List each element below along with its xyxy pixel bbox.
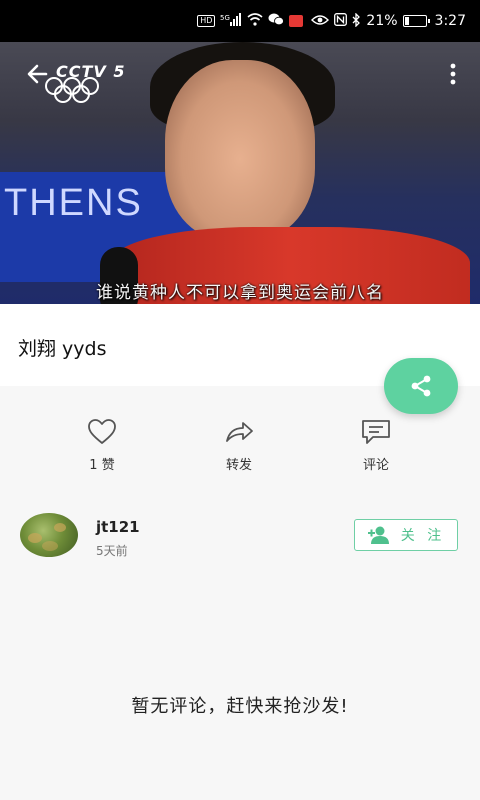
heart-icon — [88, 419, 116, 444]
eye-icon — [311, 14, 330, 29]
nfc-icon — [334, 13, 348, 29]
post-title: 刘翔 yyds — [18, 338, 107, 360]
olympic-rings-icon — [45, 77, 99, 103]
battery-level — [404, 17, 409, 25]
status-icons-right: 21% — [311, 11, 430, 30]
like-label: 1 赞 — [89, 458, 115, 473]
more-options-button[interactable] — [444, 60, 462, 88]
battery-text: 21% — [366, 13, 398, 29]
comment-icon — [362, 420, 390, 444]
add-user-icon — [367, 526, 389, 544]
video-subtitle: 谁说黄种人不可以拿到奥运会前八名 — [96, 283, 384, 303]
status-bar: HD 5G 21% 3:27 — [0, 0, 480, 42]
author-name[interactable]: jt121 — [96, 518, 140, 536]
bluetooth-icon — [352, 11, 361, 30]
author-row: jt121 5天前 关 注 — [0, 506, 480, 570]
action-bar: 1 赞 转发 评论 — [0, 418, 480, 478]
back-button[interactable] — [24, 60, 52, 88]
5g-label: 5G — [220, 14, 230, 22]
follow-label: 关 注 — [400, 528, 446, 544]
app-icon — [289, 15, 304, 27]
comment-label: 评论 — [362, 458, 389, 473]
share-icon — [411, 375, 431, 397]
video-player[interactable]: THENS CCTV 5 谁说黄种人不可以拿到奥运会前八名 — [0, 42, 480, 304]
forward-label: 转发 — [225, 458, 252, 473]
video-person-face — [165, 60, 315, 240]
wifi-icon — [247, 13, 263, 29]
comment-button[interactable]: 评论 — [336, 418, 416, 473]
forward-arrow-icon — [226, 422, 253, 442]
forward-button[interactable]: 转发 — [199, 418, 279, 473]
like-button[interactable]: 1 赞 — [62, 418, 142, 473]
clock: 3:27 — [434, 13, 466, 29]
status-icons: HD 5G — [197, 12, 304, 30]
more-vertical-icon — [450, 63, 456, 85]
post-time: 5天前 — [96, 544, 128, 558]
arrow-left-icon — [27, 64, 48, 84]
avatar[interactable] — [20, 513, 78, 557]
wechat-icon — [268, 13, 285, 29]
battery-icon — [402, 15, 430, 27]
empty-comments-message: 暂无评论，赶快来抢沙发! — [131, 696, 349, 717]
follow-button[interactable]: 关 注 — [354, 519, 458, 551]
signal-icon: 5G — [220, 12, 242, 30]
hd-icon: HD — [197, 15, 216, 27]
video-banner-text: THENS — [4, 182, 143, 224]
share-button[interactable] — [384, 358, 458, 414]
